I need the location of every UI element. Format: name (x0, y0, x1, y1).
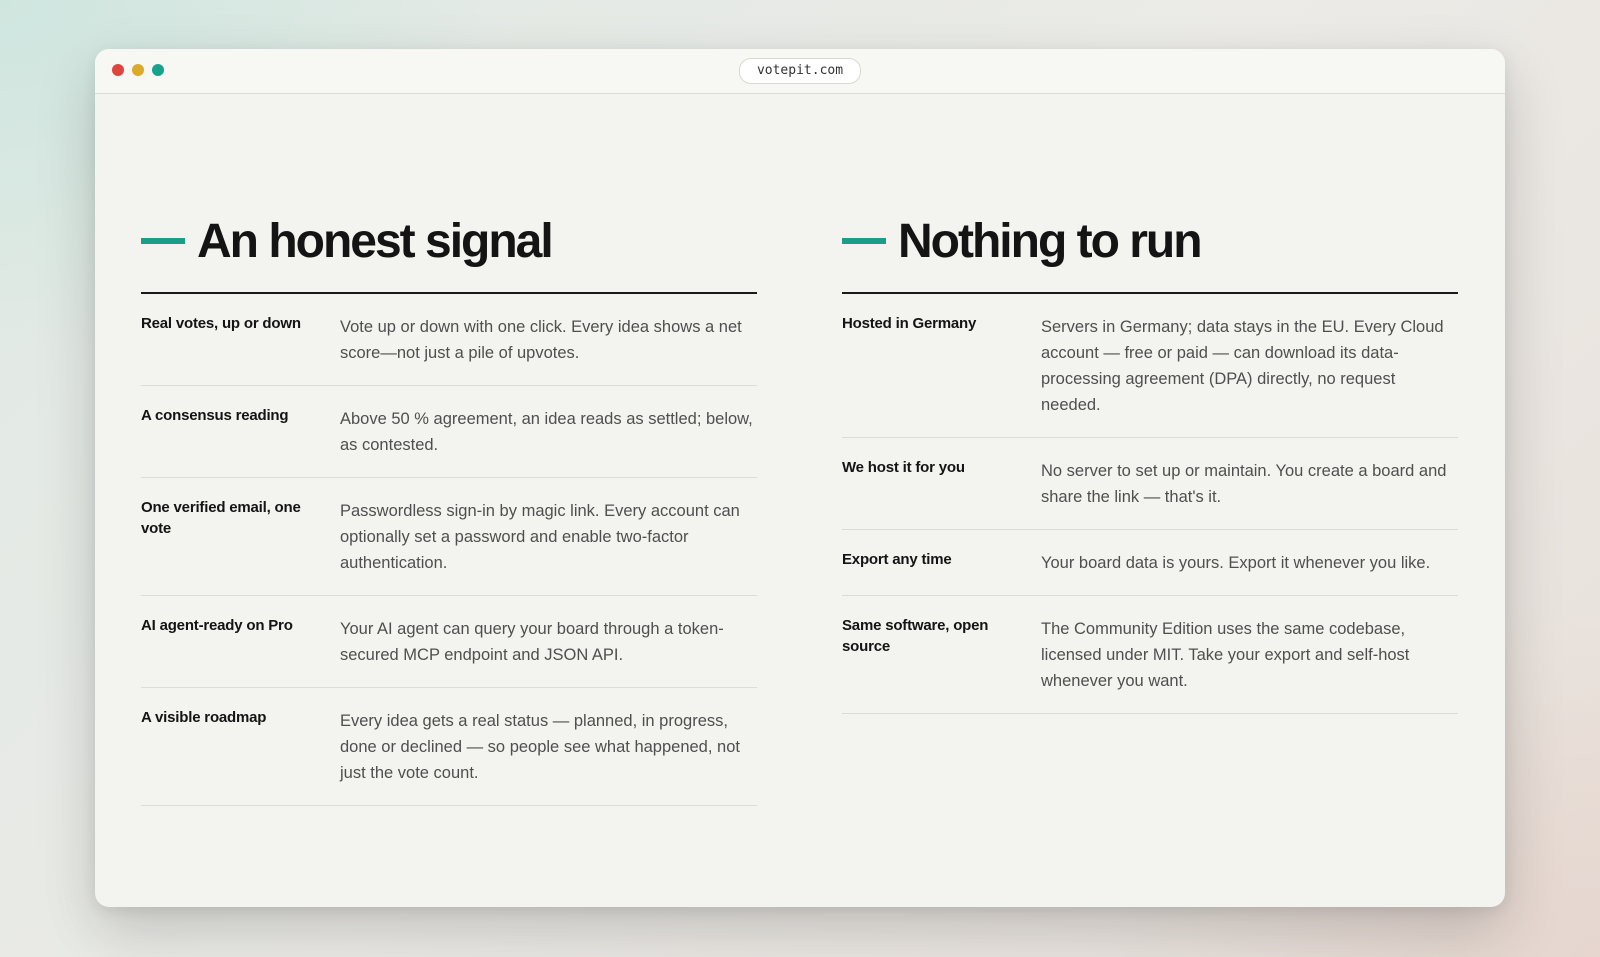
feature-list: Hosted in Germany Servers in Germany; dat… (842, 294, 1458, 714)
feature-row: Real votes, up or down Vote up or down wi… (141, 294, 757, 386)
feature-row: AI agent-ready on Pro Your AI agent can q… (141, 596, 757, 688)
feature-row: A visible roadmap Every idea gets a real … (141, 688, 757, 806)
feature-row: Export any time Your board data is yours.… (842, 530, 1458, 596)
accent-bar-icon (141, 238, 185, 244)
feature-label: Hosted in Germany (842, 315, 977, 332)
feature-list: Real votes, up or down Vote up or down wi… (141, 294, 757, 806)
feature-description: No server to set up or maintain. You cre… (1041, 462, 1447, 506)
feature-description: The Community Edition uses the same code… (1041, 620, 1410, 690)
feature-description: Passwordless sign-in by magic link. Ever… (340, 502, 740, 572)
minimize-window-icon[interactable] (132, 64, 144, 76)
browser-window: votepit.com An honest signal Real votes,… (95, 49, 1505, 907)
feature-description: Your board data is yours. Export it when… (1041, 554, 1431, 572)
section-title: Nothing to run (898, 214, 1203, 268)
feature-description: Vote up or down with one click. Every id… (340, 318, 742, 362)
feature-description: Above 50 % agreement, an idea reads as s… (340, 410, 753, 454)
feature-description: Servers in Germany; data stays in the EU… (1041, 318, 1444, 414)
section-heading: Nothing to run (842, 213, 1458, 269)
feature-label: Same software, open source (842, 617, 989, 655)
feature-row: One verified email, one vote Passwordless… (141, 478, 757, 596)
feature-label: Real votes, up or down (141, 315, 301, 332)
feature-label: One verified email, one vote (141, 499, 301, 537)
honest-signal-section: An honest signal Real votes, up or down V… (141, 213, 757, 806)
section-title: An honest signal (197, 214, 554, 268)
feature-row: Hosted in Germany Servers in Germany; dat… (842, 294, 1458, 438)
feature-label: A visible roadmap (141, 709, 267, 726)
accent-bar-icon (842, 238, 886, 244)
feature-row: Same software, open source The Community … (842, 596, 1458, 714)
zoom-window-icon[interactable] (152, 64, 164, 76)
feature-row: A consensus reading Above 50 % agreement,… (141, 386, 757, 478)
feature-row: We host it for you No server to set up or… (842, 438, 1458, 530)
feature-label: Export any time (842, 551, 952, 568)
browser-titlebar: votepit.com (95, 49, 1505, 94)
address-bar[interactable]: votepit.com (738, 58, 862, 84)
feature-description: Your AI agent can query your board throu… (340, 620, 724, 664)
feature-description: Every idea gets a real status — planned,… (340, 712, 740, 782)
feature-label: We host it for you (842, 459, 965, 476)
feature-label: AI agent-ready on Pro (141, 617, 293, 634)
close-window-icon[interactable] (112, 64, 124, 76)
nothing-to-run-section: Nothing to run Hosted in Germany Servers … (842, 213, 1458, 714)
section-heading: An honest signal (141, 213, 757, 269)
feature-label: A consensus reading (141, 407, 289, 424)
